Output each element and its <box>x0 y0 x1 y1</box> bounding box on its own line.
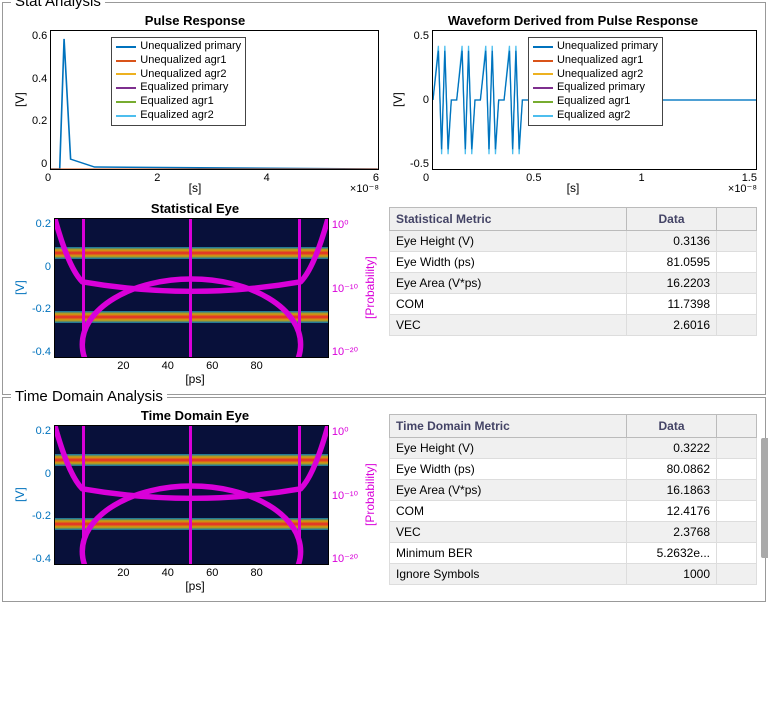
time-table-header-data[interactable]: Data <box>627 415 717 438</box>
waveform-legend: Unequalized primary Unequalized agr1 Une… <box>528 37 663 126</box>
pulse-ylabel: [V] <box>11 30 29 170</box>
stat-metric-table: Statistical Metric Data Eye Height (V)0.… <box>389 207 757 336</box>
time-eye-xaxis: 20 40 60 80 <box>51 565 329 579</box>
stat-table-header-data[interactable]: Data <box>627 208 717 231</box>
stat-eye-yaxis-left: 0.2 0 -0.2 -0.4 <box>29 218 54 358</box>
pulse-legend: Unequalized primary Unequalized agr1 Une… <box>111 37 246 126</box>
time-metric-table: Time Domain Metric Data Eye Height (V)0.… <box>389 414 757 585</box>
stat-eye-plot[interactable] <box>54 218 329 358</box>
table-row: Eye Width (ps)80.0862 <box>390 459 757 480</box>
time-eye-yaxis-left: 0.2 0 -0.2 -0.4 <box>29 425 54 565</box>
waveform-yaxis: 0.5 0 -0.5 <box>407 30 432 170</box>
stat-eye-ylabel-right: [Probability] <box>361 218 379 358</box>
time-section-title: Time Domain Analysis <box>11 388 167 405</box>
time-eye-xlabel: [ps] <box>11 579 379 593</box>
stat-eye-xaxis: 20 40 60 80 <box>51 358 329 372</box>
waveform-ylabel: [V] <box>389 30 407 170</box>
stat-eye-xlabel: [ps] <box>11 372 379 386</box>
time-eye-plot[interactable] <box>54 425 329 565</box>
stat-eye-ylabel-left: [V] <box>11 218 29 358</box>
pulse-xaxis: 0 2 4 6 <box>45 170 379 184</box>
legend-swatch <box>116 46 136 48</box>
table-row: VEC2.6016 <box>390 315 757 336</box>
table-row: COM12.4176 <box>390 501 757 522</box>
stat-eye-yaxis-right: 10⁰ 10⁻¹⁰ 10⁻²⁰ <box>329 218 361 358</box>
legend-swatch <box>116 60 136 62</box>
table-row: COM11.7398 <box>390 294 757 315</box>
waveform-plot[interactable]: Unequalized primary Unequalized agr1 Une… <box>432 30 757 170</box>
table-row: Eye Height (V)0.3222 <box>390 438 757 459</box>
stat-section-title: Stat Analysis <box>11 0 105 10</box>
time-eye-ylabel-left: [V] <box>11 425 29 565</box>
legend-swatch <box>116 115 136 117</box>
stat-eye-title: Statistical Eye <box>11 201 379 216</box>
table-row: Eye Width (ps)81.0595 <box>390 252 757 273</box>
table-row: VEC2.3768 <box>390 522 757 543</box>
waveform-xaxis: 0 0.5 1 1.5 <box>423 170 757 184</box>
legend-swatch <box>116 87 136 89</box>
time-domain-section: Time Domain Analysis Time Domain Eye [V]… <box>2 397 766 602</box>
stat-metric-table-panel: Statistical Metric Data Eye Height (V)0.… <box>389 201 757 386</box>
pulse-plot[interactable]: Unequalized primary Unequalized agr1 Une… <box>50 30 379 170</box>
time-table-header-metric[interactable]: Time Domain Metric <box>390 415 627 438</box>
table-row: Eye Area (V*ps)16.1863 <box>390 480 757 501</box>
table-row: Eye Height (V)0.3136 <box>390 231 757 252</box>
time-eye-title: Time Domain Eye <box>11 408 379 423</box>
waveform-title: Waveform Derived from Pulse Response <box>389 13 757 28</box>
waveform-panel: Waveform Derived from Pulse Response [V]… <box>389 13 757 195</box>
stat-analysis-section: Stat Analysis Pulse Response [V] 0.6 0.4… <box>2 2 766 395</box>
legend-swatch <box>116 101 136 103</box>
scrollbar-thumb[interactable] <box>761 438 768 558</box>
stat-table-header-metric[interactable]: Statistical Metric <box>390 208 627 231</box>
time-metric-table-panel: Time Domain Metric Data Eye Height (V)0.… <box>389 408 757 593</box>
time-eye-ylabel-right: [Probability] <box>361 425 379 565</box>
pulse-title: Pulse Response <box>11 13 379 28</box>
statistical-eye-panel: Statistical Eye [V] 0.2 0 -0.2 -0.4 <box>11 201 379 386</box>
table-row: Ignore Symbols1000 <box>390 564 757 585</box>
pulse-response-panel: Pulse Response [V] 0.6 0.4 0.2 0 Unequal… <box>11 13 379 195</box>
time-eye-yaxis-right: 10⁰ 10⁻¹⁰ 10⁻²⁰ <box>329 425 361 565</box>
legend-swatch <box>116 73 136 75</box>
pulse-yaxis: 0.6 0.4 0.2 0 <box>29 30 50 170</box>
table-row: Eye Area (V*ps)16.2203 <box>390 273 757 294</box>
time-eye-panel: Time Domain Eye [V] 0.2 0 -0.2 -0.4 <box>11 408 379 593</box>
table-row: Minimum BER5.2632e... <box>390 543 757 564</box>
